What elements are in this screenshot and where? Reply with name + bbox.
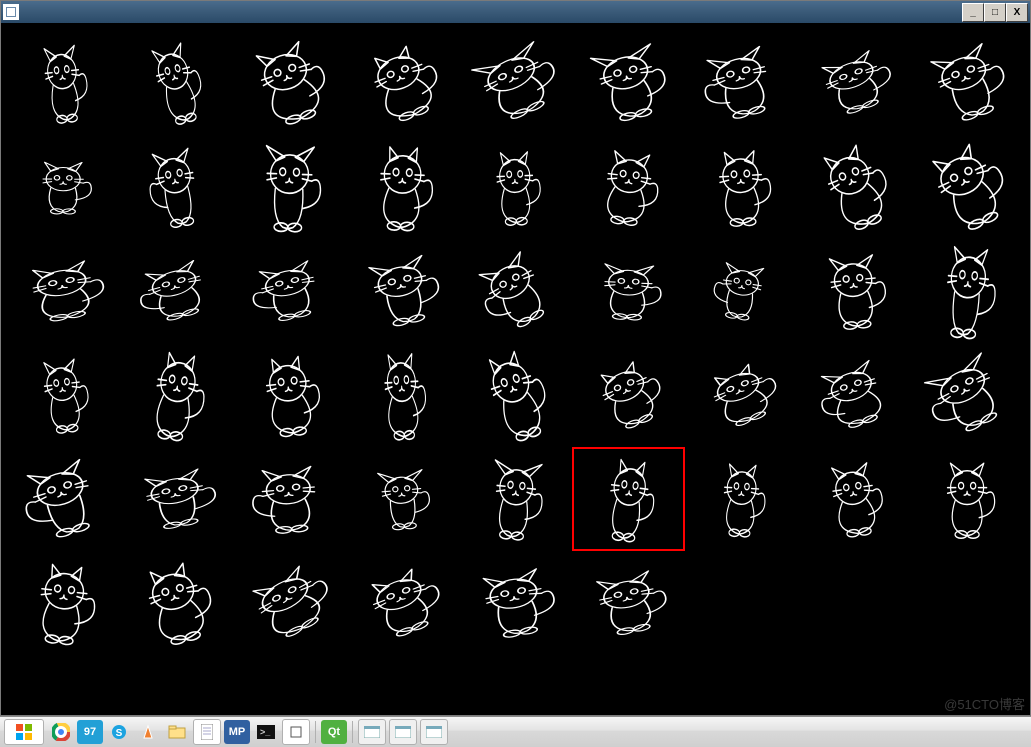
sprite-cat-27 (911, 239, 1024, 343)
sprite-cat-16 (685, 135, 798, 239)
taskbar-window-b[interactable] (389, 719, 417, 745)
titlebar[interactable]: _ □ X (1, 1, 1030, 23)
taskbar-window-c[interactable] (420, 719, 448, 745)
taskbar-app-97[interactable]: 97 (77, 720, 103, 744)
sprite-cat-39 (233, 447, 346, 551)
taskbar-window-a[interactable] (358, 719, 386, 745)
taskbar: 97 S MP >_ Qt (0, 716, 1031, 747)
sprite-cat-28 (7, 343, 120, 447)
sprite-cat-06 (572, 31, 685, 135)
sprite-cat-42[interactable] (572, 447, 685, 551)
minimize-button[interactable]: _ (962, 3, 984, 22)
sprite-cat-50 (459, 551, 572, 655)
sprite-cat-48 (233, 551, 346, 655)
sprite-cat-22 (346, 239, 459, 343)
sprite-cat-24 (572, 239, 685, 343)
taskbar-mp[interactable]: MP (224, 720, 250, 744)
taskbar-devtool[interactable] (282, 719, 310, 745)
sprite-cat-11 (120, 135, 233, 239)
svg-text:S: S (116, 728, 123, 739)
sprite-cat-15 (572, 135, 685, 239)
start-button[interactable] (4, 719, 44, 745)
sprite-cat-17 (798, 135, 911, 239)
sprite-cat-03 (233, 31, 346, 135)
sprite-cat-21 (233, 239, 346, 343)
sprite-cat-12 (233, 135, 346, 239)
taskbar-explorer[interactable] (164, 720, 190, 744)
sprite-cat-38 (120, 447, 233, 551)
image-canvas[interactable] (1, 23, 1030, 715)
sprite-cat-36 (911, 343, 1024, 447)
sprite-cat-33 (572, 343, 685, 447)
sprite-cat-26 (798, 239, 911, 343)
sprite-cat-45 (911, 447, 1024, 551)
sprite-cat-09 (911, 31, 1024, 135)
sprite-cat-34 (685, 343, 798, 447)
sprite-cat-08 (798, 31, 911, 135)
sprite-cat-46 (7, 551, 120, 655)
sprite-cat-35 (798, 343, 911, 447)
window-buttons: _ □ X (962, 3, 1028, 22)
close-button[interactable]: X (1006, 3, 1028, 22)
taskbar-skype[interactable]: S (106, 720, 132, 744)
sprite-cat-32 (459, 343, 572, 447)
sprite-cat-07 (685, 31, 798, 135)
sprite-cat-23 (459, 239, 572, 343)
sprite-cat-13 (346, 135, 459, 239)
sprite-cat-49 (346, 551, 459, 655)
taskbar-qt[interactable]: Qt (321, 720, 347, 744)
sprite-cat-44 (798, 447, 911, 551)
sprite-cat-01 (7, 31, 120, 135)
taskbar-cmd[interactable]: >_ (253, 720, 279, 744)
sprite-cat-18 (911, 135, 1024, 239)
sprite-cat-37 (7, 447, 120, 551)
taskbar-vlc[interactable] (135, 720, 161, 744)
sprite-cat-25 (685, 239, 798, 343)
sprite-cat-30 (233, 343, 346, 447)
taskbar-notepad[interactable] (193, 719, 221, 745)
sprite-cat-29 (120, 343, 233, 447)
app-icon (3, 4, 19, 20)
sprite-cat-04 (346, 31, 459, 135)
sprite-cat-43 (685, 447, 798, 551)
sprite-cat-10 (7, 135, 120, 239)
sprite-cat-19 (7, 239, 120, 343)
app-window: _ □ X (0, 0, 1031, 716)
svg-text:>_: >_ (260, 727, 271, 737)
maximize-button[interactable]: □ (984, 3, 1006, 22)
sprite-cat-41 (459, 447, 572, 551)
sprite-cat-40 (346, 447, 459, 551)
sprite-cat-02 (120, 31, 233, 135)
sprite-cat-51 (572, 551, 685, 655)
sprite-cat-20 (120, 239, 233, 343)
sprite-cat-31 (346, 343, 459, 447)
taskbar-chrome[interactable] (48, 720, 74, 744)
sprite-cat-47 (120, 551, 233, 655)
sprite-cat-05 (459, 31, 572, 135)
sprite-cat-14 (459, 135, 572, 239)
taskbar-separator (352, 721, 353, 743)
taskbar-separator (315, 721, 316, 743)
